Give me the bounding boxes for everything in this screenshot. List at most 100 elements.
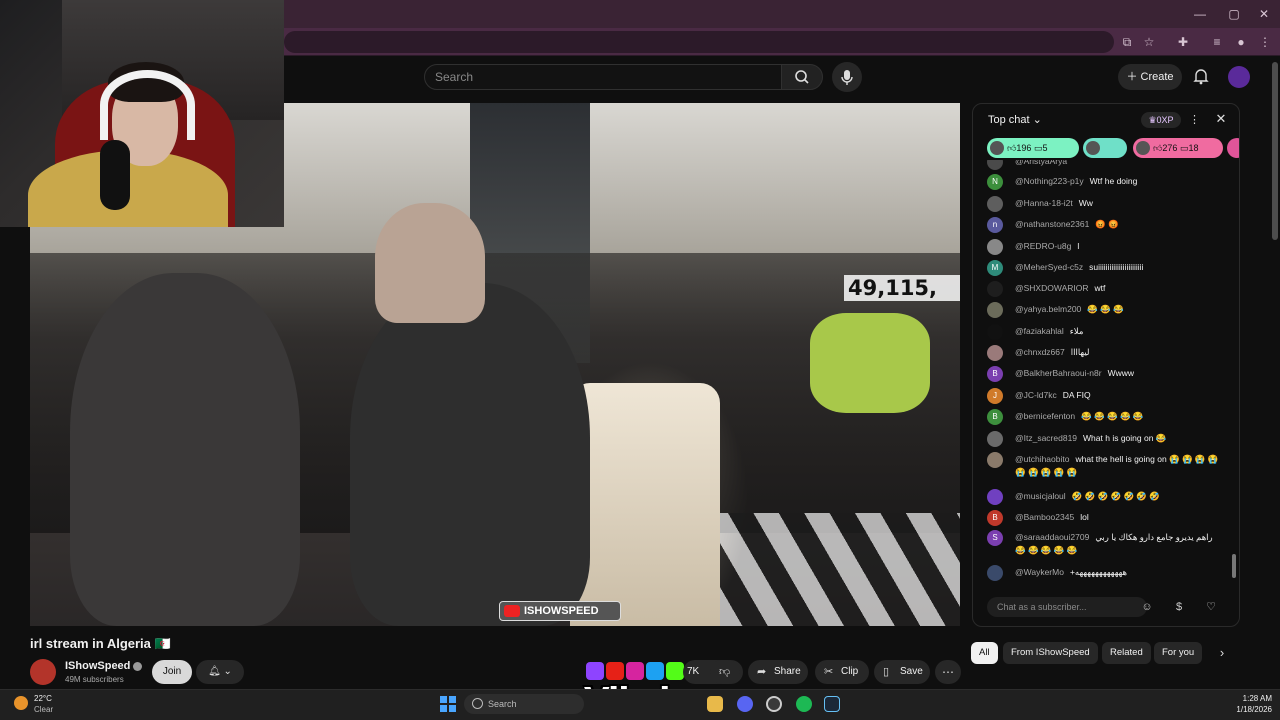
- chat-message[interactable]: @REDRO-u8g l: [987, 239, 1227, 255]
- chat-mode-dropdown[interactable]: Top chat ⌄: [988, 113, 1042, 126]
- join-button[interactable]: Join: [152, 660, 192, 684]
- create-button[interactable]: ＋ Create: [1118, 64, 1182, 90]
- dislike-button[interactable]: 👎︎: [710, 660, 740, 684]
- avatar[interactable]: M: [987, 260, 1003, 276]
- super-chat-icon[interactable]: $: [1172, 600, 1186, 614]
- chat-author[interactable]: @BalkherBahraoui-n8r: [1015, 368, 1102, 378]
- chip-for-you[interactable]: For you: [1154, 642, 1203, 664]
- chevron-right-icon[interactable]: ›: [1214, 645, 1230, 661]
- chip-from-ishowspeed[interactable]: From IShowSpeed: [1003, 642, 1098, 664]
- subscribed-notifications-button[interactable]: 🔔︎ ⌄: [196, 660, 244, 684]
- chat-scrollbar-thumb[interactable]: [1232, 554, 1236, 578]
- chat-message[interactable]: @utchihaobito what the hell is going on 😭…: [987, 452, 1227, 480]
- avatar[interactable]: [987, 324, 1003, 340]
- chat-message[interactable]: @WaykerMo +ههههههههههههه: [987, 565, 1227, 581]
- chat-menu-icon[interactable]: ⋮: [1189, 112, 1200, 128]
- maximize-icon[interactable]: ▢: [1226, 6, 1242, 22]
- avatar[interactable]: [987, 431, 1003, 447]
- chat-author[interactable]: @JC-ld7kc: [1015, 390, 1057, 400]
- chat-author[interactable]: @chnxdz667: [1015, 347, 1065, 357]
- minimize-icon[interactable]: —: [1192, 6, 1208, 22]
- avatar[interactable]: [987, 281, 1003, 297]
- heart-icon[interactable]: ♡: [1204, 600, 1218, 614]
- chat-author[interactable]: @yahya.belm200: [1015, 304, 1081, 314]
- avatar[interactable]: B: [987, 366, 1003, 382]
- channel-name[interactable]: IShowSpeed: [65, 660, 143, 672]
- avatar[interactable]: [987, 302, 1003, 318]
- avatar[interactable]: [987, 160, 1003, 170]
- save-button[interactable]: ▯ Save: [874, 660, 930, 684]
- chat-message[interactable]: @SHXDOWARIOR wtf: [987, 281, 1227, 297]
- clip-button[interactable]: ✂ Clip: [815, 660, 869, 684]
- avatar[interactable]: [987, 565, 1003, 581]
- cast-icon[interactable]: ⧉: [1118, 33, 1136, 51]
- pinned-poll-pill[interactable]: 👍︎196 ▭5: [987, 138, 1079, 158]
- chat-message[interactable]: M @MeherSyed-c5z suiiiiiiiiiiiiiiiiiiiiiii…: [987, 260, 1227, 276]
- chat-author[interactable]: @musicjaloul: [1015, 491, 1066, 501]
- chat-author[interactable]: @bernicefenton: [1015, 411, 1075, 421]
- chat-message[interactable]: @yahya.belm200 😂 😂 😂: [987, 302, 1227, 318]
- taskbar-search[interactable]: Search: [464, 694, 584, 714]
- voice-search-button[interactable]: [832, 62, 862, 92]
- extensions-icon[interactable]: ✚: [1174, 33, 1192, 51]
- avatar[interactable]: [987, 489, 1003, 505]
- steam-icon[interactable]: [824, 696, 840, 712]
- chat-author[interactable]: @nathanstone2361: [1015, 219, 1089, 229]
- chat-message[interactable]: N @Nothing223-p1y Wtf he doing: [987, 174, 1227, 190]
- avatar[interactable]: [987, 239, 1003, 255]
- page-scrollbar[interactable]: [1272, 62, 1278, 682]
- chat-author[interactable]: @Hanna-18-i2t: [1015, 198, 1073, 208]
- chat-message[interactable]: J @JC-ld7kc DA FIQ: [987, 388, 1227, 404]
- more-actions-button[interactable]: ⋯: [935, 660, 961, 684]
- chip-all[interactable]: All: [971, 642, 998, 664]
- chat-message[interactable]: n @nathanstone2361 😡 😡: [987, 217, 1227, 233]
- chat-message[interactable]: B @Bamboo2345 lol: [987, 510, 1227, 526]
- account-avatar[interactable]: [1228, 66, 1250, 88]
- system-clock[interactable]: 1:28 AM 1/18/2026: [1228, 693, 1272, 715]
- chat-author[interactable]: @REDRO-u8g: [1015, 241, 1071, 251]
- chat-message[interactable]: S @saraaddaoui2709 راهم يديرو جامع دارو هك…: [987, 530, 1227, 558]
- chrome-icon[interactable]: [766, 696, 782, 712]
- pinned-pill[interactable]: [1227, 138, 1239, 158]
- chat-author[interactable]: @Nothing223-p1y: [1015, 176, 1084, 186]
- weather-widget[interactable]: 22°C Clear: [14, 693, 74, 717]
- page-scrollbar-thumb[interactable]: [1272, 62, 1278, 240]
- search-input[interactable]: Search: [424, 64, 782, 90]
- avatar[interactable]: [987, 345, 1003, 361]
- chat-input[interactable]: Chat as a subscriber...: [987, 597, 1147, 617]
- avatar[interactable]: [987, 196, 1003, 212]
- chat-author[interactable]: @saraaddaoui2709: [1015, 532, 1089, 542]
- channel-avatar[interactable]: [30, 659, 56, 685]
- avatar[interactable]: B: [987, 409, 1003, 425]
- chat-author[interactable]: @Itz_sacred819: [1015, 433, 1077, 443]
- reading-list-icon[interactable]: ≡: [1208, 33, 1226, 51]
- chat-author[interactable]: @Bamboo2345: [1015, 512, 1074, 522]
- spotify-icon[interactable]: [796, 696, 812, 712]
- chat-message[interactable]: @Hanna-18-i2t Ww: [987, 196, 1227, 212]
- share-button[interactable]: ➦ Share: [748, 660, 808, 684]
- avatar[interactable]: B: [987, 510, 1003, 526]
- windows-start-icon[interactable]: [440, 696, 456, 712]
- avatar[interactable]: N: [987, 174, 1003, 190]
- chat-author[interactable]: @AristyaArya: [1015, 160, 1067, 166]
- search-button[interactable]: [781, 64, 823, 90]
- chat-author[interactable]: @utchihaobito: [1015, 454, 1069, 464]
- profile-icon[interactable]: ●: [1232, 33, 1250, 51]
- chat-author[interactable]: @faziakahlal: [1015, 326, 1064, 336]
- chat-author[interactable]: @MeherSyed-c5z: [1015, 262, 1083, 272]
- chat-message[interactable]: B @BalkherBahraoui-n8r Wwww: [987, 366, 1227, 382]
- file-explorer-icon[interactable]: [707, 696, 723, 712]
- notifications-button[interactable]: [1191, 66, 1211, 86]
- chat-message[interactable]: @musicjaloul 🤣 🤣 🤣 🤣 🤣 🤣 🤣: [987, 489, 1227, 505]
- chat-author[interactable]: @SHXDOWARIOR: [1015, 283, 1088, 293]
- pinned-pill[interactable]: [1083, 138, 1127, 158]
- close-window-icon[interactable]: ✕: [1256, 6, 1272, 22]
- emoji-icon[interactable]: ☺: [1140, 600, 1154, 614]
- address-bar[interactable]: [284, 31, 1114, 53]
- avatar[interactable]: [987, 452, 1003, 468]
- bookmark-star-icon[interactable]: ☆: [1140, 33, 1158, 51]
- discord-icon[interactable]: [737, 696, 753, 712]
- chat-message[interactable]: @chnxdz667 ليهاااا: [987, 345, 1227, 361]
- pinned-poll-pill[interactable]: 👍︎276 ▭18: [1133, 138, 1223, 158]
- close-chat-icon[interactable]: ✕: [1213, 111, 1229, 127]
